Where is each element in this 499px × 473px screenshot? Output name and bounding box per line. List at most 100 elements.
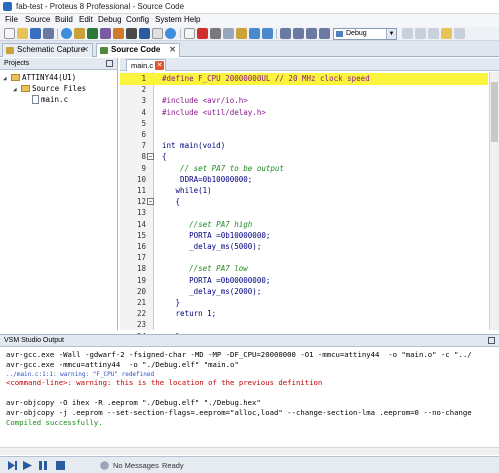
- 3d-view-icon[interactable]: [126, 28, 137, 39]
- cut-icon[interactable]: [210, 28, 221, 39]
- code-line[interactable]: 11 while(1): [120, 185, 488, 197]
- rebuild-icon[interactable]: [415, 28, 426, 39]
- tree-item-source-files[interactable]: ◢ Source Files: [13, 84, 86, 93]
- line-number: 13: [136, 208, 146, 218]
- menu-edit[interactable]: Edit: [79, 15, 93, 24]
- menu-system[interactable]: System: [155, 15, 182, 24]
- new-source-icon[interactable]: [184, 28, 195, 39]
- code-text: PORTA =0b00000000;: [162, 275, 271, 285]
- projects-panel-header: Projects: [0, 58, 117, 70]
- code-line[interactable]: 19 PORTA =0b00000000;: [120, 275, 488, 287]
- code-line[interactable]: 20 _delay_ms(2000);: [120, 286, 488, 298]
- settings-icon[interactable]: [441, 28, 452, 39]
- code-line[interactable]: 5: [120, 118, 488, 130]
- play-icon[interactable]: [23, 461, 32, 470]
- help-icon[interactable]: [165, 28, 176, 39]
- output-line: avr-gcc.exe -Wall -gdwarf-2 -fsigned-cha…: [6, 350, 472, 359]
- tree-item-label: Source Files: [32, 84, 87, 93]
- close-project-icon[interactable]: [43, 28, 54, 39]
- file-tab-main-c[interactable]: main.c ✕: [126, 59, 166, 71]
- projects-panel-title: Projects: [4, 60, 30, 67]
- messages-status[interactable]: No Messages: [113, 461, 159, 470]
- home-icon[interactable]: [61, 28, 72, 39]
- code-line[interactable]: 22 return 1;: [120, 308, 488, 320]
- tree-item-chip[interactable]: ◢ ATTINY44(U1): [3, 73, 76, 82]
- code-line[interactable]: 17: [120, 252, 488, 264]
- build-config-select[interactable]: Debug ▼: [333, 28, 397, 40]
- replace-icon[interactable]: [293, 28, 304, 39]
- copy-icon[interactable]: [223, 28, 234, 39]
- pcb-layout-icon[interactable]: [87, 28, 98, 39]
- code-line[interactable]: 4 #include <util/delay.h>: [120, 107, 488, 119]
- pin-icon[interactable]: [106, 60, 113, 67]
- code-line[interactable]: 8−{: [120, 151, 488, 163]
- close-icon[interactable]: ✕: [155, 61, 164, 70]
- fold-toggle-icon[interactable]: −: [147, 198, 154, 206]
- code-line[interactable]: 21 }: [120, 297, 488, 309]
- debug-icon[interactable]: [454, 28, 465, 39]
- menu-config[interactable]: Config: [126, 15, 149, 24]
- code-line[interactable]: 16 _delay_ms(5000);: [120, 241, 488, 253]
- open-folder-icon[interactable]: [17, 28, 28, 39]
- gerber-icon[interactable]: [100, 28, 111, 39]
- code-line[interactable]: 14 //set PA7 high: [120, 219, 488, 231]
- tree-item-main-c[interactable]: main.c: [32, 95, 68, 104]
- delete-icon[interactable]: [197, 28, 208, 39]
- menu-file[interactable]: File: [5, 15, 18, 24]
- code-line[interactable]: 9 // set PA7 to be output: [120, 163, 488, 175]
- tab-schematic-capture[interactable]: Schematic Capture ✕: [2, 43, 93, 57]
- chevron-down-icon[interactable]: ▼: [386, 29, 396, 39]
- file-tab-label: main.c: [131, 61, 154, 70]
- paste-icon[interactable]: [236, 28, 247, 39]
- code-line[interactable]: 3 #include <avr/io.h>: [120, 95, 488, 107]
- fold-toggle-icon[interactable]: −: [147, 153, 154, 161]
- find-icon[interactable]: [280, 28, 291, 39]
- indent-icon[interactable]: [319, 28, 330, 39]
- pause-icon[interactable]: [39, 461, 48, 470]
- menu-help[interactable]: Help: [184, 15, 200, 24]
- collapse-icon[interactable]: ◢: [13, 86, 21, 93]
- stop-icon[interactable]: [56, 461, 65, 470]
- menu-debug[interactable]: Debug: [98, 15, 122, 24]
- vertical-scrollbar[interactable]: [489, 72, 499, 330]
- horizontal-scrollbar[interactable]: [0, 447, 499, 455]
- bom-icon[interactable]: [113, 28, 124, 39]
- code-area[interactable]: 1 #define F_CPU 20000000UL // 20 MHz cloc…: [120, 72, 488, 341]
- code-line[interactable]: 2: [120, 84, 488, 96]
- collapse-icon[interactable]: ◢: [3, 75, 11, 82]
- goto-icon[interactable]: [306, 28, 317, 39]
- toolbar-separator: [180, 29, 181, 39]
- line-number: 4: [141, 107, 146, 117]
- save-icon[interactable]: [30, 28, 41, 39]
- menu-build[interactable]: Build: [55, 15, 73, 24]
- tab-source-code[interactable]: Source Code ✕: [96, 43, 180, 57]
- source-code-icon[interactable]: [152, 28, 163, 39]
- code-line[interactable]: 13: [120, 207, 488, 219]
- menu-source[interactable]: Source: [25, 15, 50, 24]
- code-line[interactable]: 12− {: [120, 196, 488, 208]
- schematic-icon[interactable]: [74, 28, 85, 39]
- new-file-icon[interactable]: [4, 28, 15, 39]
- code-text: #include <util/delay.h>: [162, 107, 266, 117]
- code-line[interactable]: 1 #define F_CPU 20000000UL // 20 MHz cloc…: [120, 73, 488, 85]
- code-text: #include <avr/io.h>: [162, 96, 248, 106]
- code-line[interactable]: 23: [120, 319, 488, 331]
- undo-icon[interactable]: [249, 28, 260, 39]
- code-line[interactable]: 18 //set PA7 low: [120, 263, 488, 275]
- code-text: DDRA=0b10000000;: [162, 174, 253, 184]
- close-icon[interactable]: ✕: [169, 44, 176, 56]
- redo-icon[interactable]: [262, 28, 273, 39]
- code-line[interactable]: 15 PORTA =0b10000000;: [120, 230, 488, 242]
- scrollbar-thumb[interactable]: [491, 82, 498, 142]
- clean-icon[interactable]: [428, 28, 439, 39]
- pin-icon[interactable]: [488, 337, 495, 344]
- projects-panel: Projects ◢ ATTINY44(U1) ◢ Source Files mai…: [0, 58, 118, 330]
- code-line[interactable]: 7 int main(void): [120, 140, 488, 152]
- output-panel-title: VSM Studio Output: [4, 337, 64, 344]
- code-line[interactable]: 6: [120, 129, 488, 141]
- code-line[interactable]: 10 DDRA=0b10000000;: [120, 174, 488, 186]
- close-icon[interactable]: ✕: [82, 44, 89, 56]
- build-project-icon[interactable]: [402, 28, 413, 39]
- design-explorer-icon[interactable]: [139, 28, 150, 39]
- step-icon[interactable]: [8, 461, 17, 470]
